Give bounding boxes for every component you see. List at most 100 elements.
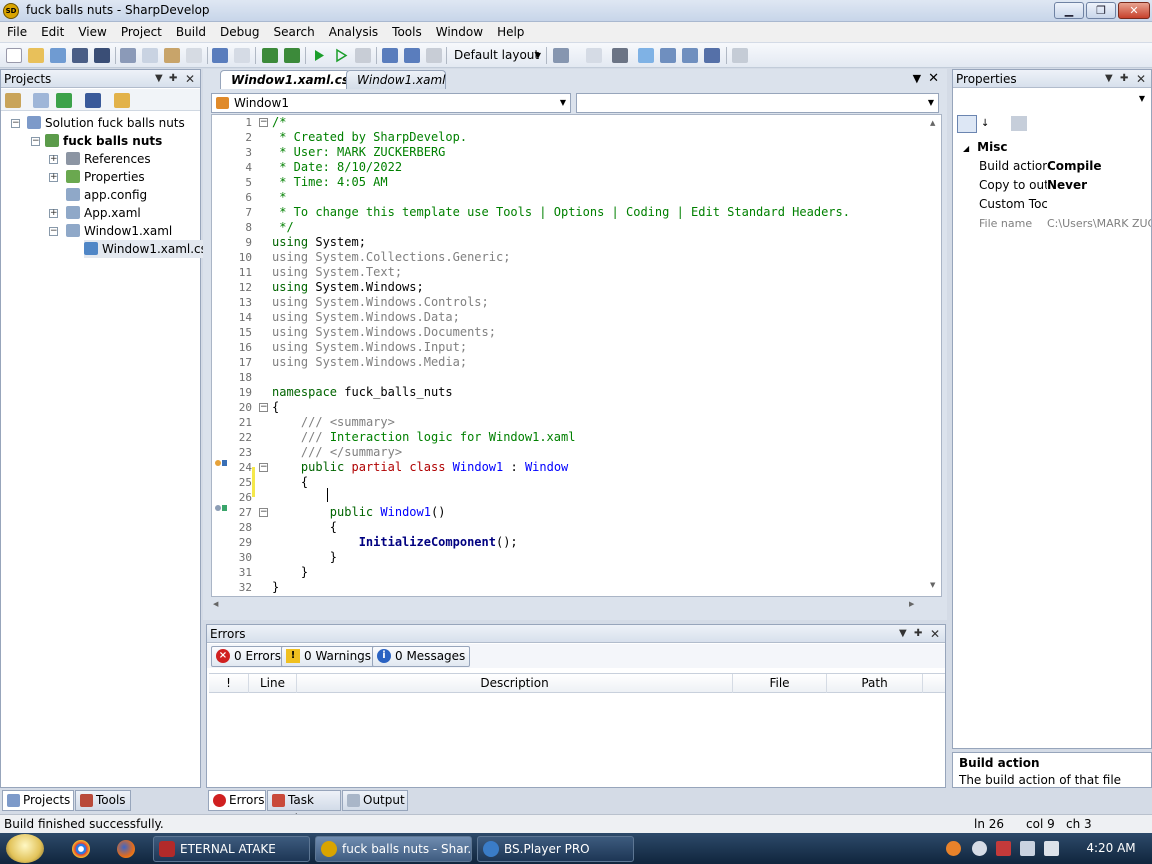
tree-expander[interactable]: + (49, 209, 58, 218)
find-icon[interactable] (732, 48, 748, 63)
close-window-button[interactable]: ✕ (1118, 2, 1150, 19)
tab-projects[interactable]: Projects (2, 790, 74, 811)
copy-icon[interactable] (142, 48, 158, 63)
tab-window1-xaml[interactable]: Window1.xaml (346, 70, 446, 89)
taskbar-clock[interactable]: 4:20 AM (1076, 833, 1146, 864)
object-selector-dropdown[interactable]: ▼ (955, 90, 1149, 110)
menu-view[interactable]: View (71, 22, 113, 42)
properties-icon[interactable] (85, 93, 101, 108)
maximize-button[interactable]: ❐ (1086, 2, 1116, 19)
property-value[interactable]: Compile (1047, 157, 1102, 176)
show-all-files-icon[interactable] (33, 93, 49, 108)
tab-list-icon[interactable]: ▼ (913, 72, 921, 85)
scroll-up-icon[interactable]: ▲ (930, 119, 935, 127)
tray-network-icon[interactable] (1020, 841, 1035, 856)
panel-menu-icon[interactable]: ▼ (899, 625, 907, 643)
fold-toggle-icon[interactable]: − (259, 463, 268, 472)
prev-bookmark-icon[interactable] (660, 48, 676, 63)
property-pages-icon[interactable] (1011, 116, 1027, 131)
class-dropdown[interactable]: Window1 ▼ (211, 93, 571, 113)
chrome-icon[interactable] (72, 840, 90, 858)
alphabetical-icon[interactable]: ↓ (981, 115, 999, 133)
layout-dropdown[interactable]: Default layout ▼ (451, 47, 543, 64)
tray-minus-icon[interactable] (972, 841, 987, 856)
tab-output[interactable]: Output (342, 790, 408, 811)
clear-bookmarks-icon[interactable] (704, 48, 720, 63)
panel-menu-icon[interactable]: ▼ (1105, 70, 1113, 88)
menu-debug[interactable]: Debug (213, 22, 266, 42)
tab-tools[interactable]: Tools (75, 790, 131, 811)
menu-edit[interactable]: Edit (34, 22, 71, 42)
tab-window1-xaml-cs[interactable]: Window1.xaml.cs* (220, 70, 355, 89)
scroll-left-icon[interactable]: ◀ (213, 600, 218, 608)
tray-volume-icon[interactable] (1044, 841, 1059, 856)
step-over-icon[interactable] (382, 48, 398, 63)
scroll-right-icon[interactable]: ▶ (909, 600, 914, 608)
column-description[interactable]: Description (297, 674, 733, 693)
tree-node-app-xaml[interactable]: App.xaml (66, 204, 141, 222)
tree-expander[interactable]: − (31, 137, 40, 146)
pin-icon[interactable]: ✚ (914, 625, 922, 643)
tree-expander[interactable]: − (49, 227, 58, 236)
tree-node-solution[interactable]: Solution fuck balls nuts (27, 114, 185, 132)
tree-node-project[interactable]: fuck balls nuts (45, 132, 162, 150)
panel-menu-icon[interactable]: ▼ (155, 70, 163, 88)
warnings-filter-button[interactable]: ! 0 Warnings (281, 646, 377, 667)
step-out-icon[interactable] (426, 48, 442, 63)
menu-search[interactable]: Search (266, 22, 321, 42)
errors-filter-button[interactable]: × 0 Errors (211, 646, 286, 667)
tree-node-properties[interactable]: Properties (66, 168, 145, 186)
tree-expander[interactable]: + (49, 173, 58, 182)
save-all-icon[interactable] (94, 48, 110, 63)
cut-icon[interactable] (120, 48, 136, 63)
tree-node-app-config[interactable]: app.config (66, 186, 147, 204)
menu-build[interactable]: Build (169, 22, 213, 42)
indent-icon[interactable] (612, 48, 628, 63)
close-icon[interactable]: ✕ (930, 625, 940, 643)
run-icon[interactable] (311, 48, 327, 63)
menu-analysis[interactable]: Analysis (322, 22, 385, 42)
open-folder-icon[interactable] (28, 48, 44, 63)
close-icon[interactable]: ✕ (928, 71, 939, 86)
menu-help[interactable]: Help (490, 22, 531, 42)
refresh-icon[interactable] (56, 93, 72, 108)
menu-project[interactable]: Project (114, 22, 169, 42)
property-category[interactable]: ◢ Misc (963, 138, 1007, 157)
menu-file[interactable]: File (0, 22, 34, 42)
fold-toggle-icon[interactable]: − (259, 508, 268, 517)
column-severity[interactable]: ! (209, 674, 249, 693)
tray-flag-icon[interactable] (996, 841, 1011, 856)
build-solution-icon[interactable] (262, 48, 278, 63)
save-icon[interactable] (72, 48, 88, 63)
new-file-icon[interactable] (6, 48, 22, 63)
build-project-icon[interactable] (284, 48, 300, 63)
collapse-all-icon[interactable] (5, 93, 21, 108)
menu-window[interactable]: Window (429, 22, 490, 42)
pin-icon[interactable]: ✚ (169, 70, 177, 88)
minimize-button[interactable]: ▁ (1054, 2, 1084, 19)
collapse-icon[interactable]: ◢ (963, 144, 969, 153)
property-value[interactable]: Never (1047, 176, 1087, 195)
column-line[interactable]: Line (249, 674, 297, 693)
tree-node-window1-xaml-cs[interactable]: Window1.xaml.cs (84, 240, 209, 258)
tab-errors[interactable]: Errors (208, 790, 266, 811)
vertical-scrollbar[interactable]: ▲ ▼ (927, 115, 941, 596)
tree-expander[interactable]: − (11, 119, 20, 128)
paste-icon[interactable] (164, 48, 180, 63)
tree-node-references[interactable]: References (66, 150, 151, 168)
horizontal-scrollbar[interactable]: ◀ ▶ (211, 598, 915, 612)
column-path[interactable]: Path (827, 674, 923, 693)
stop-icon[interactable] (355, 48, 371, 63)
comment-region-icon[interactable] (638, 48, 654, 63)
start-button[interactable] (6, 834, 44, 863)
column-file[interactable]: File (733, 674, 827, 693)
bookmark-disabled-icon[interactable] (586, 48, 602, 63)
tab-task-list[interactable]: Task List (267, 790, 341, 826)
fold-toggle-icon[interactable]: − (259, 118, 268, 127)
tree-node-window1-xaml[interactable]: Window1.xaml (66, 222, 172, 240)
close-icon[interactable]: ✕ (185, 70, 195, 88)
undo-icon[interactable] (212, 48, 228, 63)
code-editor[interactable]: 1 2 3 4 5 6 7 8 9 10 11 12 13 14 15 16 17 18 19 20 21 22 23 24 2… (211, 114, 942, 597)
tray-search-icon[interactable] (946, 841, 961, 856)
fold-toggle-icon[interactable]: − (259, 403, 268, 412)
